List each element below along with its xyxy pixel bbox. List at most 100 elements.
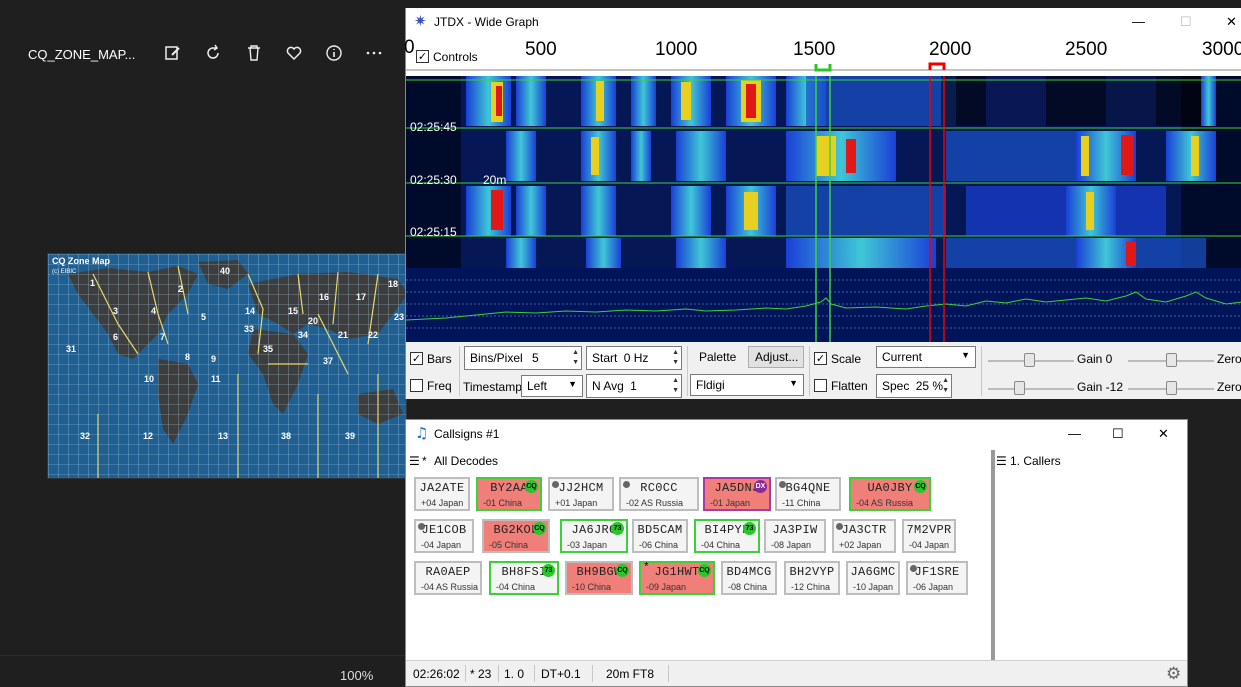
bars-checkbox[interactable]: ✓ xyxy=(410,352,423,365)
gain-label: Gain 0 xyxy=(1077,352,1113,366)
callsign-tile[interactable]: JA3PIW -08 Japan xyxy=(764,519,826,553)
adjust-palette-button[interactable]: Adjust... xyxy=(748,346,804,368)
callsign-tile[interactable]: BH8FSI -04 China 73 xyxy=(489,561,559,595)
callsign-tile[interactable]: RA0AEP -04 AS Russia xyxy=(414,561,482,595)
callsign-info: -04 AS Russia xyxy=(421,582,479,592)
status-count: * 23 xyxy=(470,667,492,681)
rx-freq-marker xyxy=(814,64,832,72)
gear-icon[interactable]: ⚙ xyxy=(1166,664,1181,684)
frequency-scale[interactable]: 0 500 1000 1500 2000 2500 3000 ✓ Control… xyxy=(404,36,1241,76)
callsign-tile[interactable]: JA6JRG -03 Japan 73 xyxy=(560,519,628,553)
start-value: 0 Hz xyxy=(623,351,649,365)
waterfall-timestamp: 02:25:15 xyxy=(410,225,457,239)
more-icon[interactable] xyxy=(364,44,384,64)
callsign-tile[interactable]: * JG1HWT -09 Japan CQ xyxy=(639,561,715,595)
favorite-icon[interactable] xyxy=(284,44,304,64)
bars-label: Bars xyxy=(427,352,452,366)
callsign-tile[interactable]: BH2VYP -12 China xyxy=(784,561,840,595)
wide-graph-titlebar[interactable]: ✷ JTDX - Wide Graph — ☐ ✕ xyxy=(406,8,1241,36)
close-icon[interactable]: ✕ xyxy=(1158,426,1169,442)
spin-arrows-icon[interactable]: ▲ ▼ xyxy=(942,376,949,396)
start-freq-spinbox[interactable]: Start 0 Hz ▲ ▼ xyxy=(586,346,682,370)
callsign-tile[interactable]: JA2ATE +04 Japan xyxy=(414,477,470,511)
minimize-icon[interactable]: — xyxy=(1132,14,1145,29)
gain-slider-track[interactable] xyxy=(988,388,1074,390)
freq-checkbox[interactable] xyxy=(410,379,423,392)
status-dt: DT+0.1 xyxy=(541,667,581,681)
flatten-label: Flatten xyxy=(831,379,868,393)
maximize-icon[interactable]: ☐ xyxy=(1180,14,1192,30)
callsigns-titlebar[interactable]: ♫ Callsigns #1 — ☐ ✕ xyxy=(406,420,1187,448)
edit-icon[interactable] xyxy=(163,44,183,64)
callsign-tile[interactable]: UA0JBY -04 AS Russia CQ xyxy=(849,477,931,511)
gain-slider-thumb[interactable] xyxy=(1024,353,1035,367)
waterfall-display[interactable]: 02:25:45 02:25:30 20m 02:25:15 xyxy=(406,76,1241,268)
zero-slider-thumb[interactable] xyxy=(1166,353,1177,367)
gain-slider-thumb[interactable] xyxy=(1014,381,1025,395)
rotate-icon[interactable] xyxy=(203,44,223,64)
zone-label: 38 xyxy=(281,431,292,441)
callsign-info: +04 Japan xyxy=(421,498,464,508)
callsign-info: -04 AS Russia xyxy=(856,498,914,508)
zone-label: 22 xyxy=(368,330,379,340)
callsign-tile[interactable]: JF1SRE -06 Japan xyxy=(906,561,968,595)
status-divider xyxy=(534,665,535,682)
status-badge: CQ xyxy=(525,480,538,493)
callsign-tile[interactable]: BD4MCG -08 China xyxy=(721,561,777,595)
callsign-tile[interactable]: JA6GMC -10 Japan xyxy=(846,561,900,595)
spectrum-display[interactable] xyxy=(406,268,1241,342)
callsign-tile[interactable]: RC0CC -02 AS Russia xyxy=(619,477,699,511)
zone-label: 37 xyxy=(323,356,334,366)
callsign-tile[interactable]: BG4QNE -11 China xyxy=(775,477,841,511)
spin-arrows-icon[interactable]: ▲ ▼ xyxy=(672,376,679,396)
callsign-text: RC0CC xyxy=(640,481,678,495)
callsign-tile[interactable]: 7M2VPR -04 Japan xyxy=(902,519,956,553)
status-badge: CQ xyxy=(698,564,711,577)
zero-slider-thumb[interactable] xyxy=(1166,381,1177,395)
callsign-info: -08 Japan xyxy=(771,540,812,550)
spin-arrows-icon[interactable]: ▲ ▼ xyxy=(672,348,679,368)
pane-splitter[interactable] xyxy=(991,450,995,660)
callsign-tile[interactable]: JJ2HCM +01 Japan xyxy=(548,477,614,511)
zoom-level[interactable]: 100% xyxy=(340,668,373,683)
callsign-tile[interactable]: JE1COB -04 Japan xyxy=(414,519,474,553)
zone-label: 4 xyxy=(151,306,157,316)
callsign-tile[interactable]: BY2AA -01 China CQ xyxy=(476,477,542,511)
timestamp-dropdown[interactable]: Left ▼ xyxy=(521,375,583,397)
navg-label: N Avg xyxy=(592,379,624,393)
info-icon[interactable] xyxy=(324,44,344,64)
status-field: 1. 0 xyxy=(504,667,525,681)
callsign-tile[interactable]: BD5CAM -06 China xyxy=(632,519,688,553)
callsign-tile[interactable]: BI4PYF -04 China 73 xyxy=(694,519,760,553)
timestamp-label: Timestamp xyxy=(463,380,522,394)
zone-label: 1 xyxy=(90,278,96,288)
hamburger-icon[interactable]: ☰ xyxy=(409,454,420,468)
spectrum-mode-dropdown[interactable]: Current ▼ xyxy=(876,346,976,368)
zone-label: 17 xyxy=(356,292,367,302)
zone-label: 31 xyxy=(66,344,77,354)
bins-per-pixel-spinbox[interactable]: Bins/Pixel 5 ▲ ▼ xyxy=(464,346,582,370)
flatten-checkbox[interactable] xyxy=(814,379,827,392)
navg-spinbox[interactable]: N Avg 1 ▲ ▼ xyxy=(586,374,682,398)
callsign-tile[interactable]: BH9BGW -10 China CQ xyxy=(565,561,633,595)
minimize-icon[interactable]: — xyxy=(1068,426,1081,441)
callsign-tile[interactable]: JA5DNJ -01 Japan DX xyxy=(703,477,771,511)
spec-percent-spinbox[interactable]: Spec 25 % ▲ ▼ xyxy=(876,374,952,398)
scale-checkbox[interactable]: ✓ xyxy=(814,352,827,365)
callsign-text: RA0AEP xyxy=(425,565,471,579)
delete-icon[interactable] xyxy=(244,44,264,64)
controls-checkbox[interactable]: ✓ xyxy=(416,50,429,63)
callsign-tile[interactable]: JA3CTR +02 Japan xyxy=(832,519,896,553)
callsign-text: BG4QNE xyxy=(785,481,831,495)
palette-dropdown[interactable]: Fldigi ▼ xyxy=(690,374,804,396)
spin-arrows-icon[interactable]: ▲ ▼ xyxy=(572,348,579,368)
hamburger-icon[interactable]: ☰ xyxy=(996,454,1007,468)
status-badge: DX xyxy=(754,480,767,493)
jtdx-app-icon: ✷ xyxy=(414,12,427,30)
zone-label: 7 xyxy=(160,332,166,342)
callsign-tile[interactable]: BG2KOL -05 China CQ xyxy=(482,519,550,553)
maximize-icon[interactable]: ☐ xyxy=(1112,426,1124,442)
callsign-info: -04 China xyxy=(701,540,741,550)
close-icon[interactable]: ✕ xyxy=(1226,14,1237,30)
control-divider xyxy=(687,346,688,396)
